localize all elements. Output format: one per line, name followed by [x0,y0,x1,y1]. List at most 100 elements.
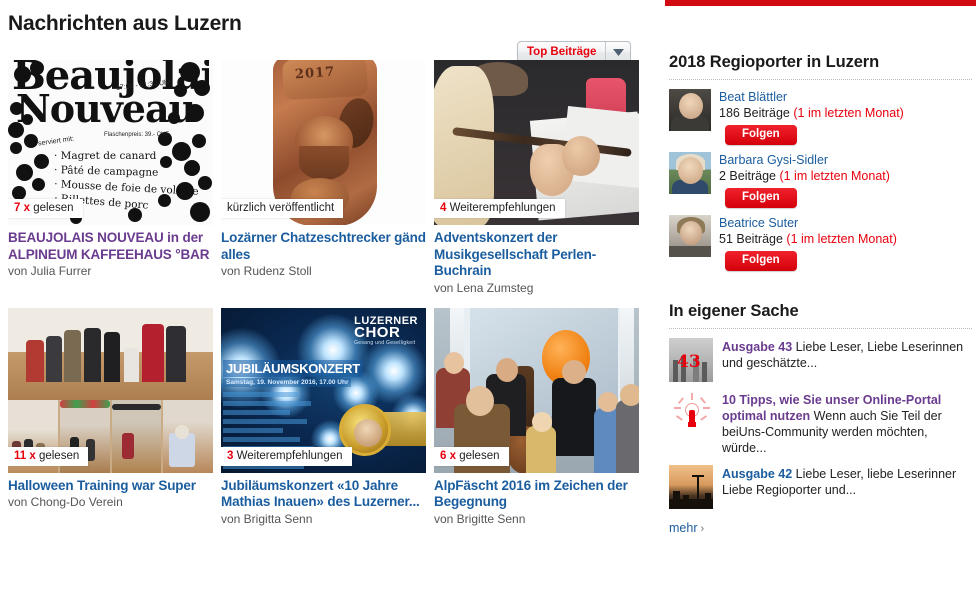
eigene-sache-heading: In eigener Sache [669,302,799,320]
status-badge: 7 x gelesen [8,199,83,218]
poster-title: JUBILÄUMSKONZERT [223,359,363,377]
regioporter-name-link[interactable]: Barbara Gysi-Sidler [719,153,972,168]
list-item-text: Ausgabe 42 Liebe Leser, liebe Leserinner… [722,465,972,509]
follow-button[interactable]: Folgen [725,125,797,145]
status-badge: 6 x gelesen [434,446,509,466]
badge-text: gelesen [459,449,500,462]
article-card[interactable]: Beaujolais Nouveau 17:00 - 01:30 Uhr Fla… [8,60,213,296]
regioporter-item[interactable]: Beat Blättler 186 Beiträge (1 im letzten… [669,89,972,145]
regioporter-section: 2018 Regioporter in Luzern Beat Blättler… [665,6,976,271]
list-item-lead[interactable]: Ausgabe 43 [722,340,792,354]
article-title-link[interactable]: Halloween Training war Super [8,478,213,495]
article-thumbnail[interactable]: 4 Weiterempfehlungen [434,60,639,225]
list-item-text: Ausgabe 43 Liebe Leser, Liebe Leserinnen… [722,338,972,382]
thumb-sunset-silhouette[interactable] [669,465,713,509]
choir-logo-line-2: CHOR [354,323,401,341]
poster-menu-item: · Magret de canard [54,150,157,162]
avatar[interactable] [669,215,711,257]
status-badge: 4 Weiterempfehlungen [434,199,565,218]
recent-count: (1 im letzten Monat) [779,169,890,183]
badge-text: Weiterempfehlungen [449,202,556,214]
regioporter-stats: 186 Beiträge (1 im letzten Monat) [719,105,972,121]
news-column: Nachrichten aus Luzern Top Beiträge Beau… [0,0,648,590]
post-count: 2 Beiträge [719,169,776,183]
badge-text: gelesen [33,202,74,214]
badge-count: 11 x [14,449,36,462]
post-count: 51 Beiträge [719,232,783,246]
article-author: von Brigitte Senn [434,511,526,526]
regioporter-item[interactable]: Beatrice Suter 51 Beiträge (1 im letzten… [669,215,972,271]
badge-count: 7 x [14,202,30,214]
article-author: von Lena Zumsteg [434,280,534,295]
issue-number: 43 [677,352,701,372]
badge-text: gelesen [38,449,80,462]
divider [669,79,972,80]
article-thumbnail[interactable]: 6 x gelesen [434,307,639,473]
article-author: von Rudenz Stoll [221,264,312,278]
list-item[interactable]: 43 Ausgabe 43 Liebe Leser, Liebe Leserin… [669,338,972,382]
recent-count: (1 im letzten Monat) [786,232,897,246]
badge-count: 6 x [440,449,456,462]
thumb-street-43[interactable]: 43 [669,338,713,382]
poster-price: Flaschenpreis: 39.- CHF [104,132,170,138]
badge-count: 4 [440,202,447,214]
article-grid: Beaujolais Nouveau 17:00 - 01:30 Uhr Fla… [8,60,640,527]
article-card[interactable]: 6 x gelesen AlpFäscht 2016 im Zeichen de… [434,307,639,527]
page-title: Nachrichten aus Luzern [8,12,242,35]
list-item-lead[interactable]: Ausgabe 42 [722,467,792,481]
sidebar: 2018 Regioporter in Luzern Beat Blättler… [665,0,976,590]
chevron-down-icon[interactable] [605,42,630,62]
poster-line-2: Nouveau [16,86,196,131]
regioporter-item[interactable]: Barbara Gysi-Sidler 2 Beiträge (1 im let… [669,152,972,208]
poster-served: serviert mit: [37,135,75,148]
article-title-link[interactable]: AlpFäscht 2016 im Zeichen der Begegnung [434,478,639,511]
regioporter-stats: 51 Beiträge (1 im letzten Monat) [719,231,972,247]
regioporter-name-link[interactable]: Beat Blättler [719,90,972,105]
article-title-link[interactable]: Jubiläumskonzert «10 Jahre Mathias Inaue… [221,478,426,511]
more-link-label: mehr [669,521,698,535]
thumb-lightbulb[interactable] [669,391,713,435]
page-root: Nachrichten aus Luzern Top Beiträge Beau… [0,0,976,590]
chevron-right-icon: › [697,523,705,535]
badge-count: 3 [227,449,234,462]
badge-text: Weiterempfehlungen [236,449,343,462]
article-title-link[interactable]: Adventskonzert der Musikgesellschaft Per… [434,230,639,280]
article-card[interactable]: 4 Weiterempfehlungen Adventskonzert der … [434,60,639,296]
article-author: von Chong-Do Verein [8,495,123,509]
more-link[interactable]: mehr › [669,521,704,535]
article-card[interactable]: 2017 kürzlich veröffentlicht Lozärner Ch… [221,60,426,296]
post-count: 186 Beiträge [719,106,790,120]
article-thumbnail[interactable]: LUZERNER CHOR Gesang und Geselligkeit JU… [221,307,426,473]
sort-dropdown-label: Top Beiträge [527,46,597,58]
list-item-text: 10 Tipps, wie Sie unser Online-Portal op… [722,391,972,456]
regioporter-stats: 2 Beiträge (1 im letzten Monat) [719,168,972,184]
article-thumbnail[interactable]: 11 x gelesen [8,307,213,473]
eigene-sache-section: In eigener Sache 43 Ausgabe 43 Liebe Les… [665,278,976,537]
carving-year: 2017 [294,64,336,83]
choir-logo-line-3: Gesang und Geselligkeit [354,339,416,346]
article-thumbnail[interactable]: Beaujolais Nouveau 17:00 - 01:30 Uhr Fla… [8,60,213,225]
regioporter-name-link[interactable]: Beatrice Suter [719,216,972,231]
status-badge: 11 x gelesen [8,446,89,466]
article-author: von Brigitta Senn [221,511,313,526]
status-badge: kürzlich veröffentlicht [221,199,344,218]
badge-text: kürzlich veröffentlicht [227,202,335,214]
follow-button[interactable]: Folgen [725,251,797,271]
divider [669,328,972,329]
follow-button[interactable]: Folgen [725,188,797,208]
list-item[interactable]: Ausgabe 42 Liebe Leser, liebe Leserinner… [669,465,972,509]
article-thumbnail[interactable]: 2017 kürzlich veröffentlicht [221,60,426,225]
article-author: von Julia Furrer [8,264,92,278]
status-badge: 3 Weiterempfehlungen [221,446,352,466]
choir-logo: LUZERNER CHOR Gesang und Geselligkeit [354,315,418,349]
article-title-link[interactable]: BEAUJOLAIS NOUVEAU in der ALPINEUM KAFFE… [8,230,213,263]
article-title-link[interactable]: Lozärner Chatzeschtrecker gänd alles [221,230,426,263]
article-card[interactable]: 11 x gelesen Halloween Training war Supe… [8,307,213,527]
regioporter-heading: 2018 Regioporter in Luzern [669,53,880,71]
avatar[interactable] [669,89,711,131]
recent-count: (1 im letzten Monat) [793,106,904,120]
avatar[interactable] [669,152,711,194]
poster-subtitle: Samstag, 19. November 2016, 17.00 Uhr [223,377,352,387]
list-item[interactable]: 10 Tipps, wie Sie unser Online-Portal op… [669,391,972,456]
article-card[interactable]: LUZERNER CHOR Gesang und Geselligkeit JU… [221,307,426,527]
